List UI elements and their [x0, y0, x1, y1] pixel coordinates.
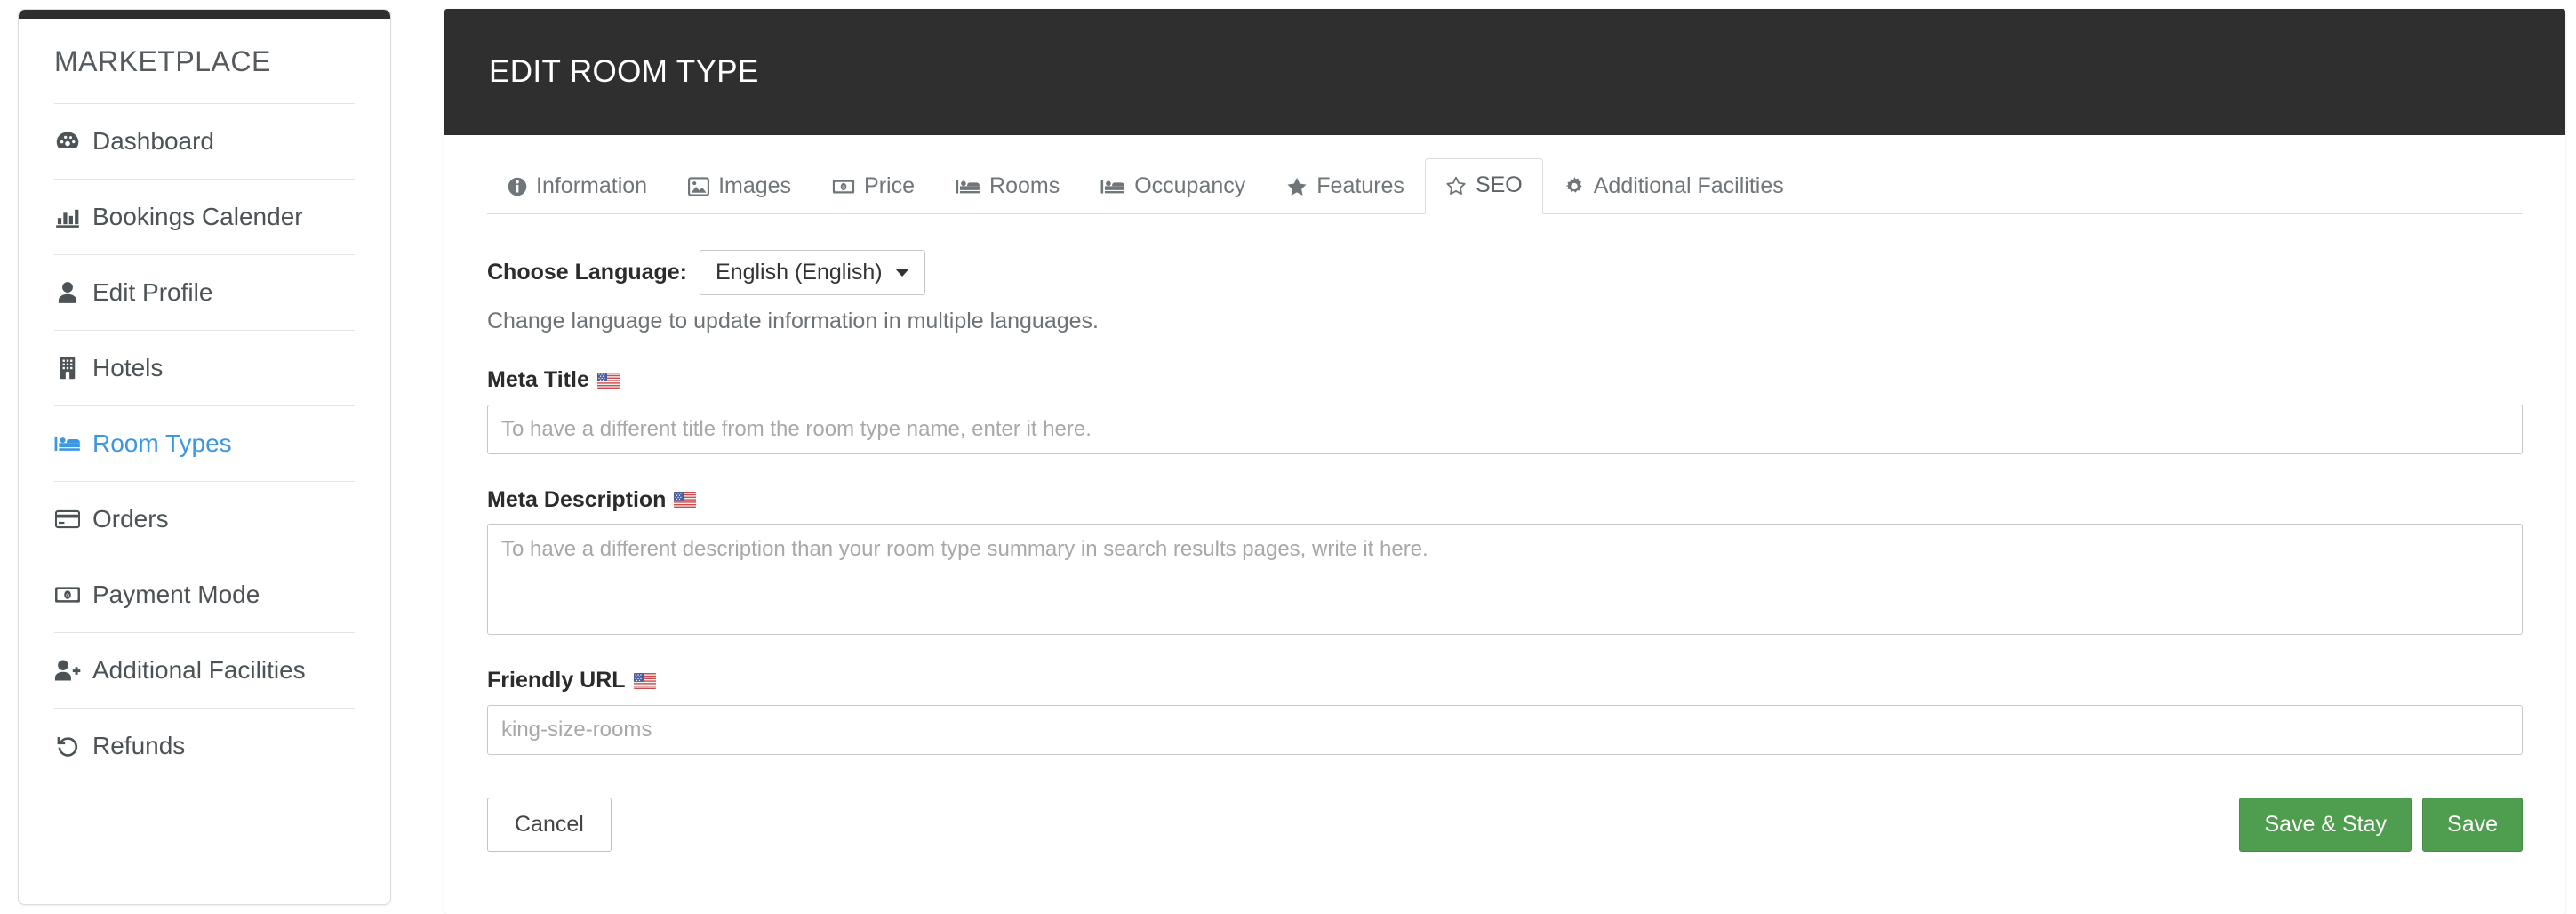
meta-description-label-text: Meta Description	[487, 486, 667, 512]
sidebar: MARKETPLACE Dashboard Bookings Calender	[18, 9, 391, 905]
dashboard-icon	[54, 129, 81, 154]
money-bill-icon: 0	[832, 178, 855, 196]
us-flag-icon	[674, 492, 697, 509]
sidebar-item-label: Bookings Calender	[92, 203, 303, 230]
us-flag-icon	[633, 672, 656, 689]
tab-label: Information	[536, 173, 648, 198]
bed-icon	[1100, 178, 1125, 196]
sidebar-item-label: Dashboard	[92, 127, 214, 155]
tab-features[interactable]: Features	[1266, 159, 1425, 214]
tab-list: Information Images 0 Price Rooms Occupan…	[487, 135, 2523, 214]
tab-label: Images	[718, 173, 792, 198]
image-icon	[688, 176, 710, 196]
language-row: Choose Language: English (English)	[487, 214, 2523, 295]
user-plus-icon	[54, 658, 81, 683]
bed-icon	[54, 431, 81, 456]
language-help-text: Change language to update information in…	[487, 309, 1099, 333]
meta-title-input[interactable]	[487, 404, 2523, 454]
field-meta-description: Meta Description	[487, 454, 2523, 635]
bar-chart-icon	[54, 204, 81, 229]
credit-card-icon	[54, 507, 81, 532]
tab-seo[interactable]: SEO	[1424, 158, 1543, 214]
sidebar-item-label: Room Types	[92, 429, 232, 457]
star-icon	[1286, 177, 1308, 196]
cancel-button[interactable]: Cancel	[487, 797, 612, 852]
meta-description-textarea[interactable]	[487, 524, 2523, 635]
meta-title-label-text: Meta Title	[487, 367, 589, 392]
save-button[interactable]: Save	[2422, 797, 2523, 852]
sidebar-item-room-types[interactable]: Room Types	[54, 406, 355, 481]
gear-icon	[1564, 176, 1585, 196]
form-actions: Cancel Save & Stay Save	[487, 755, 2523, 887]
meta-title-label: Meta Title	[487, 367, 2523, 393]
tab-occupancy[interactable]: Occupancy	[1080, 159, 1266, 214]
sidebar-item-additional-facilities[interactable]: Additional Facilities	[54, 633, 355, 708]
tab-label: SEO	[1475, 172, 1523, 197]
save-button-group: Save & Stay Save	[2239, 797, 2523, 852]
tab-label: Price	[864, 173, 916, 198]
language-select-value: English (English)	[716, 260, 883, 285]
sidebar-item-edit-profile[interactable]: Edit Profile	[54, 255, 355, 330]
friendly-url-label-text: Friendly URL	[487, 668, 626, 693]
tab-label: Rooms	[989, 173, 1060, 198]
page-header: EDIT ROOM TYPE	[444, 9, 2565, 135]
sidebar-item-bookings-calender[interactable]: Bookings Calender	[54, 180, 355, 254]
friendly-url-label: Friendly URL	[487, 668, 2523, 694]
field-friendly-url: Friendly URL	[487, 635, 2523, 755]
sidebar-item-label: Hotels	[92, 354, 164, 381]
meta-description-label: Meta Description	[487, 486, 2523, 513]
bed-icon	[956, 178, 980, 196]
info-circle-icon	[508, 177, 527, 196]
undo-icon	[54, 734, 81, 758]
svg-text:0: 0	[66, 593, 69, 599]
main-panel: EDIT ROOM TYPE Information Images 0 Pric…	[444, 9, 2565, 914]
user-icon	[54, 280, 81, 305]
us-flag-icon	[596, 372, 620, 389]
seo-form: Choose Language: English (English) Chang…	[444, 214, 2565, 887]
star-o-icon	[1445, 176, 1467, 196]
sidebar-top-accent-bar	[19, 10, 390, 19]
sidebar-item-label: Orders	[92, 505, 169, 533]
page-title: EDIT ROOM TYPE	[489, 54, 759, 89]
save-and-stay-button[interactable]: Save & Stay	[2239, 797, 2412, 852]
sidebar-item-refunds[interactable]: Refunds	[54, 709, 355, 783]
sidebar-item-payment-mode[interactable]: 0 Payment Mode	[54, 557, 355, 632]
choose-language-label: Choose Language:	[487, 260, 688, 285]
sidebar-item-dashboard[interactable]: Dashboard	[54, 104, 355, 179]
sidebar-item-label: Additional Facilities	[92, 656, 306, 684]
tab-label: Features	[1316, 173, 1404, 198]
building-icon	[54, 356, 81, 381]
app-root: MARKETPLACE Dashboard Bookings Calender	[0, 0, 2576, 914]
tab-images[interactable]: Images	[668, 159, 812, 214]
sidebar-item-label: Refunds	[92, 732, 186, 759]
money-bill-icon: 0	[54, 582, 81, 607]
field-meta-title: Meta Title	[487, 334, 2523, 454]
tab-label: Additional Facilities	[1593, 173, 1784, 198]
friendly-url-input[interactable]	[487, 704, 2523, 755]
tab-rooms[interactable]: Rooms	[935, 159, 1080, 214]
tab-price[interactable]: 0 Price	[812, 159, 935, 214]
tab-label: Occupancy	[1134, 173, 1246, 198]
sidebar-item-orders[interactable]: Orders	[54, 482, 355, 557]
sidebar-item-hotels[interactable]: Hotels	[54, 331, 355, 405]
chevron-down-icon	[894, 269, 909, 277]
tab-additional-facilities[interactable]: Additional Facilities	[1543, 159, 1804, 214]
sidebar-item-label: Payment Mode	[92, 581, 260, 608]
tabs-container: Information Images 0 Price Rooms Occupan…	[444, 135, 2565, 214]
language-select[interactable]: English (English)	[700, 250, 925, 295]
tab-information[interactable]: Information	[487, 159, 668, 214]
sidebar-item-label: Edit Profile	[92, 278, 213, 306]
svg-text:0: 0	[842, 185, 844, 190]
sidebar-brand: MARKETPLACE	[54, 45, 271, 77]
